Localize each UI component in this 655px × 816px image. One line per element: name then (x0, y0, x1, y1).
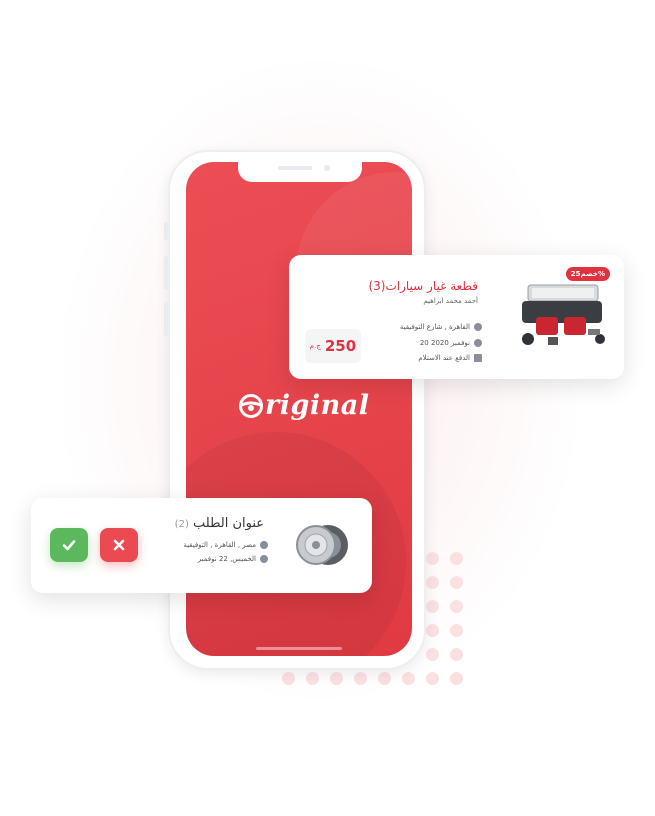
home-indicator (256, 647, 342, 650)
car-part-image (514, 281, 610, 351)
phone-side-button (164, 256, 168, 290)
close-icon (113, 539, 125, 551)
location-row: القاهرة , شارع التوفيقية (400, 323, 482, 331)
order-title-line: عنوان الطلب (2) (175, 516, 264, 531)
phone-notch (238, 162, 362, 182)
seller-name: أحمد محمد ابراهيم (423, 297, 478, 305)
order-date-row: الخميس, 22 نوفمبر (198, 555, 268, 563)
steering-wheel-icon (238, 393, 264, 426)
app-logo: riginal (238, 390, 370, 426)
price-tag: ج.م 250 (305, 329, 361, 363)
clock-icon (474, 339, 482, 347)
payment-text: الدفع عند الاستلام (418, 354, 470, 362)
currency-label: ج.م (309, 342, 321, 350)
check-icon (62, 540, 76, 551)
location-pin-icon (260, 541, 268, 549)
price-value: 250 (324, 337, 357, 355)
reject-button[interactable] (100, 528, 138, 562)
order-title: عنوان الطلب (193, 516, 264, 531)
discount-badge: خصم25% (565, 267, 610, 281)
cash-icon (474, 354, 482, 362)
accept-button[interactable] (50, 528, 88, 562)
phone-side-button (164, 302, 168, 336)
order-card[interactable]: عنوان الطلب (2) مصر , القاهرة , التوفيقي… (31, 498, 372, 593)
order-location: مصر , القاهرة , التوفيقية (183, 541, 256, 549)
phone-side-button (164, 222, 168, 240)
date-row: نوفمبر 2020 20 (420, 339, 482, 347)
order-location-row: مصر , القاهرة , التوفيقية (183, 541, 268, 549)
order-date: الخميس, 22 نوفمبر (197, 555, 256, 563)
clock-icon (260, 555, 268, 563)
product-title: قطعة غيار سيارات(3) (368, 279, 478, 293)
order-count: (2) (174, 519, 189, 530)
product-card[interactable]: ج.م 250 قطعة غيار سيارات(3) أحمد محمد اب… (289, 255, 624, 379)
payment-row: الدفع عند الاستلام (418, 354, 482, 362)
logo-text: riginal (265, 390, 370, 421)
clutch-part-image (294, 520, 350, 570)
location-text: القاهرة , شارع التوفيقية (399, 323, 470, 331)
date-text: نوفمبر 2020 20 (419, 339, 470, 347)
location-pin-icon (474, 323, 482, 331)
